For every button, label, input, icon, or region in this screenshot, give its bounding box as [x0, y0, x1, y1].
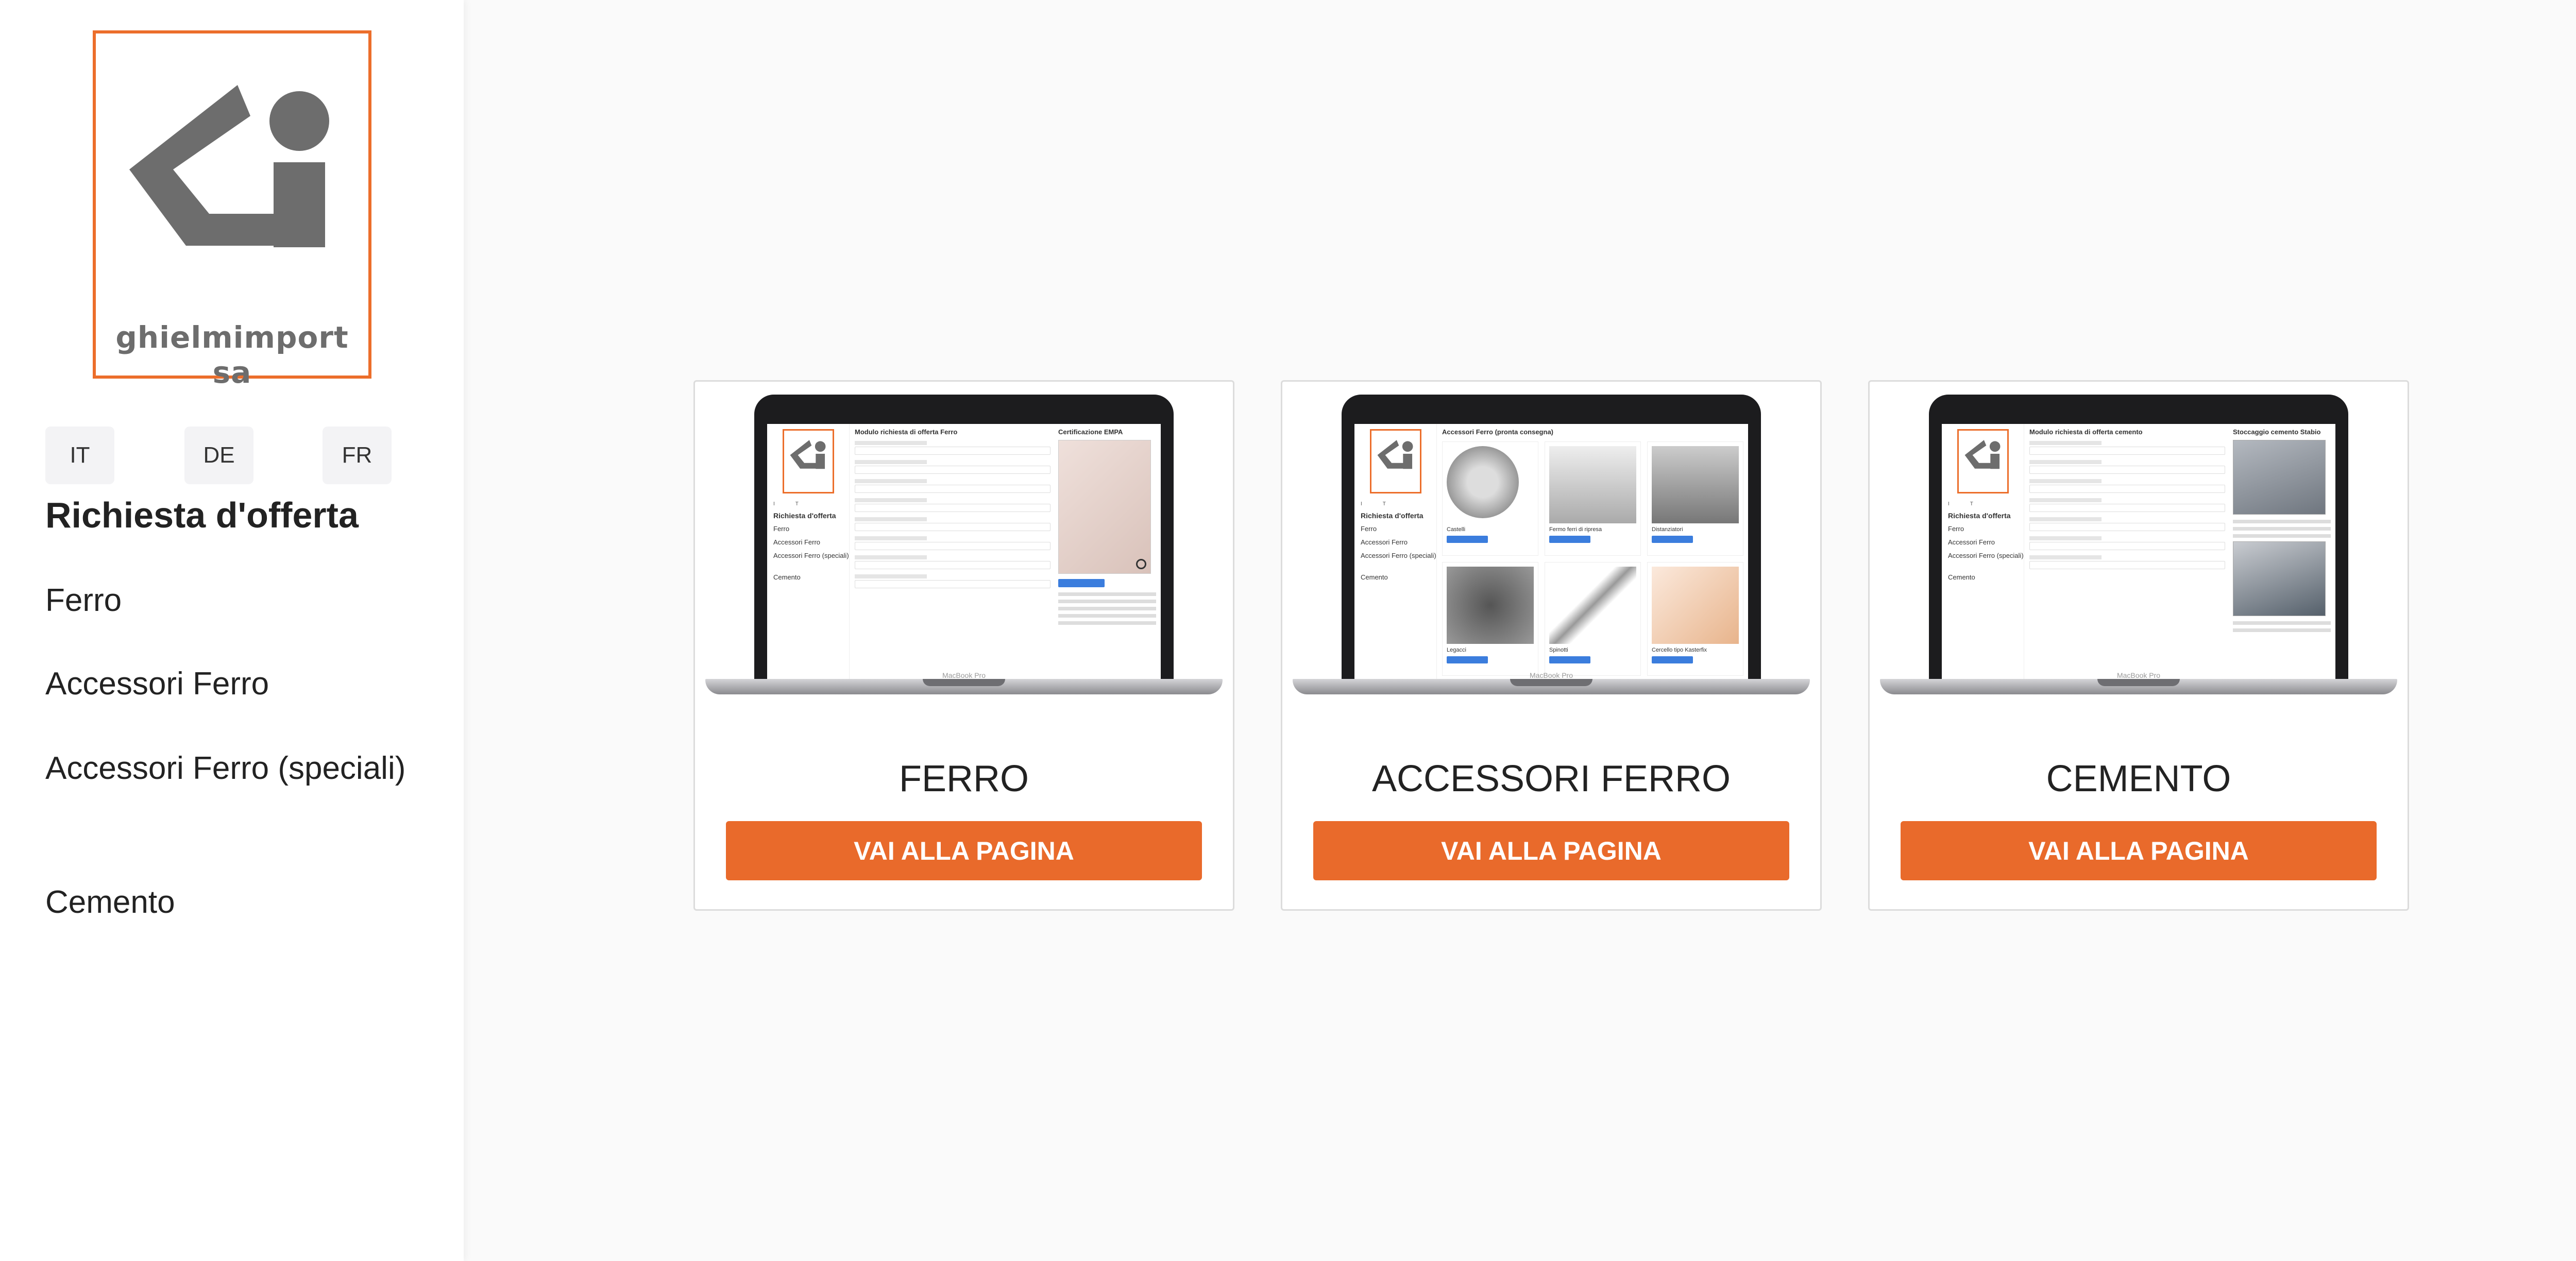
card-title: ACCESSORI FERRO: [1371, 758, 1731, 799]
sidebar-item-cemento[interactable]: Cemento: [45, 876, 437, 929]
card-title: CEMENTO: [2046, 758, 2231, 799]
screen-preview-cemento: IT Richiesta d'offerta Ferro Accessori F…: [1942, 424, 2335, 679]
sidebar-section-title: Richiesta d'offerta: [45, 495, 359, 535]
laptop-label: MacBook Pro: [2116, 671, 2161, 679]
lang-fr-button[interactable]: FR: [323, 427, 392, 484]
card-ferro: IT Richiesta d'offerta Ferro Accessori F…: [693, 380, 1234, 911]
screen-heading: Accessori Ferro (pronta consegna): [1442, 428, 1553, 436]
lang-it-button[interactable]: IT: [45, 427, 114, 484]
logo-text: ghielmimport sa: [115, 320, 349, 390]
laptop-preview-image: IT Richiesta d'offerta Ferro Accessori F…: [705, 395, 1223, 706]
screen-preview-accessori: IT Richiesta d'offerta Ferro Accessori F…: [1354, 424, 1748, 679]
screen-heading: Modulo richiesta di offerta Ferro: [855, 428, 958, 436]
screen-right-heading: Certificazione EMPA: [1058, 428, 1123, 436]
screen-preview-ferro: IT Richiesta d'offerta Ferro Accessori F…: [767, 424, 1161, 679]
laptop-label: MacBook Pro: [942, 671, 986, 679]
go-to-page-button[interactable]: VAI ALLA PAGINA: [1901, 821, 2377, 880]
laptop-preview-image: IT Richiesta d'offerta Ferro Accessori F…: [1880, 395, 2397, 706]
screen-heading: Modulo richiesta di offerta cemento: [2029, 428, 2143, 436]
screen-right-heading: Stoccaggio cemento Stabio: [2233, 428, 2321, 436]
go-to-page-button[interactable]: VAI ALLA PAGINA: [1313, 821, 1789, 880]
sidebar-item-accessori-ferro-speciali[interactable]: Accessori Ferro (speciali): [45, 742, 437, 795]
sidebar-item-accessori-ferro[interactable]: Accessori Ferro: [45, 657, 437, 711]
sidebar: ghielmimport sa IT DE FR Richiesta d'off…: [0, 0, 464, 1261]
sidebar-item-ferro[interactable]: Ferro: [45, 574, 437, 627]
company-logo[interactable]: ghielmimport sa: [93, 30, 371, 390]
laptop-preview-image: IT Richiesta d'offerta Ferro Accessori F…: [1293, 395, 1810, 706]
card-accessori-ferro: IT Richiesta d'offerta Ferro Accessori F…: [1281, 380, 1822, 911]
lang-de-button[interactable]: DE: [184, 427, 253, 484]
card-title: FERRO: [899, 758, 1029, 799]
card-cemento: IT Richiesta d'offerta Ferro Accessori F…: [1868, 380, 2409, 911]
laptop-label: MacBook Pro: [1529, 671, 1573, 679]
go-to-page-button[interactable]: VAI ALLA PAGINA: [726, 821, 1202, 880]
